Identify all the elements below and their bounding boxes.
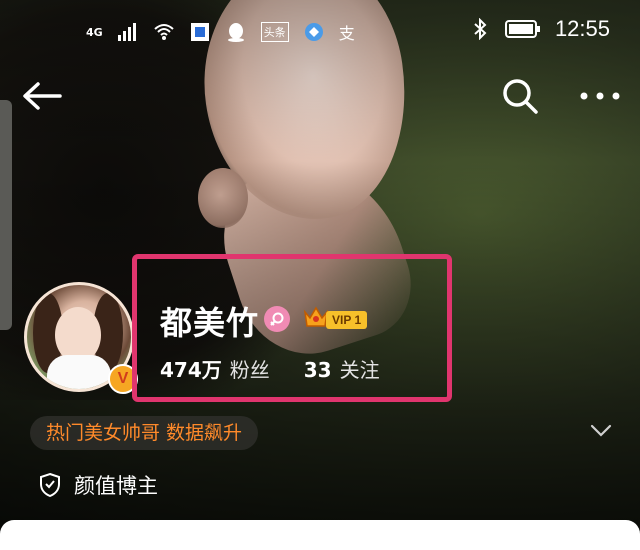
following-stat[interactable]: 33 关注 bbox=[304, 354, 380, 383]
avatar-shirt bbox=[47, 355, 111, 389]
clock: 12:55 bbox=[554, 16, 610, 41]
toutiao-icon: 头条 bbox=[260, 22, 289, 42]
verification-label: 颜值博主 bbox=[74, 474, 158, 498]
profile-stats: 474万 粉丝 33 关注 bbox=[160, 354, 380, 383]
qq-icon bbox=[227, 23, 244, 42]
network-label: 4G bbox=[86, 25, 103, 39]
wifi-icon bbox=[154, 24, 174, 40]
trending-tag[interactable]: 热门美女帅哥 数据飙升 bbox=[30, 416, 259, 450]
chevron-down-icon[interactable] bbox=[590, 424, 612, 438]
signal-icon bbox=[117, 23, 136, 41]
status-left: 4G 头条 支 bbox=[86, 20, 355, 44]
verification-row: 颜值博主 bbox=[38, 470, 158, 500]
browser-icon bbox=[304, 23, 323, 41]
content-card bbox=[0, 520, 640, 550]
bluetooth-icon bbox=[474, 18, 487, 40]
followers-count: 474万 bbox=[160, 358, 222, 382]
back-arrow-icon[interactable] bbox=[20, 76, 64, 116]
alipay-icon: 支 bbox=[338, 24, 355, 43]
followers-stat[interactable]: 474万 粉丝 bbox=[160, 354, 270, 383]
following-count: 33 bbox=[303, 358, 332, 382]
shield-check-icon bbox=[40, 472, 60, 498]
status-bar: 4G 头条 支 12:55 bbox=[0, 16, 640, 50]
status-right: 12:55 bbox=[469, 16, 610, 42]
female-icon bbox=[264, 306, 290, 332]
battery-icon bbox=[504, 20, 540, 38]
followers-label: 粉丝 bbox=[229, 358, 270, 382]
search-icon[interactable] bbox=[500, 76, 540, 116]
side-edge bbox=[0, 100, 12, 330]
more-icon[interactable] bbox=[578, 84, 622, 108]
profile-name: 都美竹 bbox=[160, 304, 260, 342]
app-icon bbox=[190, 23, 209, 41]
vip-badge: VIP 1 bbox=[326, 311, 368, 329]
following-label: 关注 bbox=[339, 358, 380, 382]
